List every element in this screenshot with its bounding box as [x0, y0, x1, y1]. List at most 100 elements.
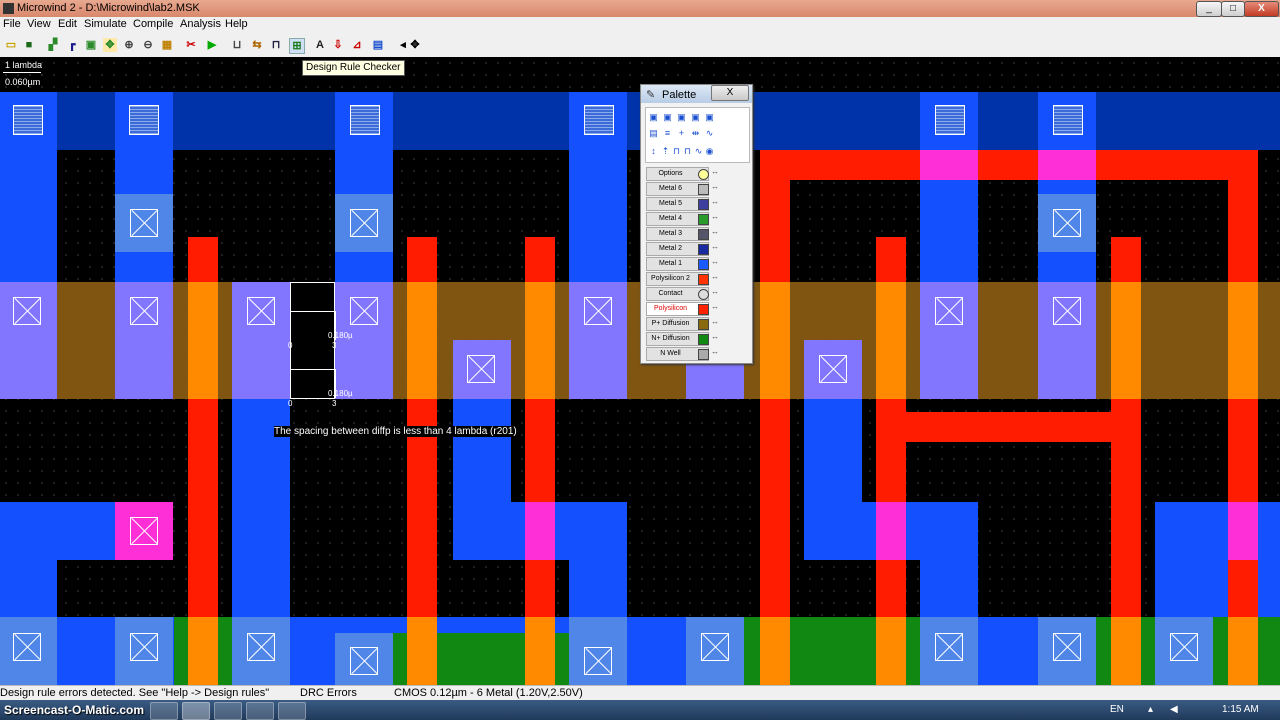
layer-arrow-icon[interactable]: ↔: [711, 197, 719, 206]
poly-contact-icon[interactable]: ≡: [663, 129, 672, 138]
menu-file[interactable]: File: [3, 18, 21, 30]
explorer-icon[interactable]: [278, 702, 306, 720]
layer-contact[interactable]: Contact: [646, 287, 709, 301]
layer-swatch: [698, 289, 709, 300]
layer-metal4[interactable]: Metal 4: [646, 212, 709, 226]
layer-arrow-icon[interactable]: ↔: [711, 227, 719, 236]
layer-label: N+ Diffusion: [651, 335, 690, 342]
layer-arrow-icon[interactable]: ↔: [711, 257, 719, 266]
poly-contact: [920, 150, 978, 180]
open-icon[interactable]: ▭: [4, 38, 18, 52]
menu-simulate[interactable]: Simulate: [84, 18, 127, 30]
bulk-icon[interactable]: ⊓: [269, 38, 283, 52]
square-wave-icon[interactable]: ⊓: [683, 147, 692, 156]
layer-arrow-icon[interactable]: ↔: [711, 302, 719, 311]
menu-bar: File View Edit Simulate Compile Analysis…: [0, 17, 1280, 34]
menu-edit[interactable]: Edit: [58, 18, 77, 30]
palette-tools: ▣ ▣ ▣ ▣ ▣ ▤ ≡ + ⇹ ∿ ↕ ⇡ ⊓ ⊓ ∿ ◉: [645, 107, 750, 163]
window-title: Microwind 2 - D:\Microwind\lab2.MSK: [17, 2, 200, 14]
diff-contact-icon[interactable]: ▤: [649, 129, 658, 138]
connect-icon[interactable]: ⇆: [250, 38, 264, 52]
close-button[interactable]: X: [1244, 1, 1279, 17]
simulate-icon[interactable]: ▶: [205, 38, 219, 52]
eye-icon[interactable]: ◉: [705, 147, 714, 156]
maximize-button[interactable]: □: [1221, 1, 1245, 17]
stretch-icon[interactable]: ⊔: [230, 38, 244, 52]
microwind-icon[interactable]: [182, 702, 210, 720]
contact-mark: [350, 209, 378, 237]
language-indicator[interactable]: EN: [1110, 704, 1124, 715]
layer-swatch: [698, 304, 709, 315]
word-icon[interactable]: [150, 702, 178, 720]
chrome-icon[interactable]: [214, 702, 242, 720]
layer-arrow-icon[interactable]: ↔: [711, 212, 719, 221]
fit-icon[interactable]: ▦: [160, 38, 174, 52]
draw-line-icon[interactable]: ┏: [65, 38, 79, 52]
pulse-icon[interactable]: ⊓: [672, 147, 681, 156]
layer-arrow-icon[interactable]: ↔: [711, 242, 719, 251]
layer-arrow-icon[interactable]: ↔: [711, 317, 719, 326]
zoom-out-icon[interactable]: ⊖: [141, 38, 155, 52]
save-icon[interactable]: ■: [22, 38, 36, 52]
layer-metal2[interactable]: Metal 2: [646, 242, 709, 256]
text-icon[interactable]: A: [313, 38, 327, 52]
layer-metal3[interactable]: Metal 3: [646, 227, 709, 241]
menu-help[interactable]: Help: [225, 18, 248, 30]
layer-pdiffusion[interactable]: P+ Diffusion: [646, 317, 709, 331]
vdd-icon[interactable]: ↕: [649, 147, 658, 156]
wave-icon[interactable]: ∿: [705, 129, 714, 138]
copy-icon[interactable]: ▣: [84, 38, 98, 52]
layer-metal1[interactable]: Metal 1: [646, 257, 709, 271]
navigate-icon[interactable]: ✥: [408, 38, 422, 52]
layer-arrow-icon[interactable]: ↔: [711, 167, 719, 176]
layout-icon[interactable]: ▤: [371, 38, 385, 52]
layer-nwell[interactable]: N Well: [646, 347, 709, 361]
via-tool-icon[interactable]: ▣: [691, 113, 700, 122]
taskbar: Screencast-O-Matic.com EN ▴ ◀ 1:15 AM: [0, 700, 1280, 720]
cross-icon[interactable]: +: [677, 129, 686, 138]
clock[interactable]: 1:15 AM: [1222, 704, 1259, 715]
menu-analysis[interactable]: Analysis: [180, 18, 221, 30]
toolbar: ▭ ■ ▞ ┏ ▣ ✥ ⊕ ⊖ ▦ ✂ ▶ ⊔ ⇆ ⊓ ⊞ A ⇩ ⊿ ▤ ◂ …: [0, 34, 1280, 58]
network-icon[interactable]: ▴: [1148, 704, 1153, 715]
layer-polysilicon2[interactable]: Polysilicon 2: [646, 272, 709, 286]
palette-header[interactable]: ✎ Palette X: [641, 85, 752, 103]
cross-section-icon[interactable]: ⇩: [331, 38, 345, 52]
cut-icon[interactable]: ✂: [184, 38, 198, 52]
layer-arrow-icon[interactable]: ↔: [711, 347, 719, 356]
layer-arrow-icon[interactable]: ↔: [711, 332, 719, 341]
layer-ndiffusion[interactable]: N+ Diffusion: [646, 332, 709, 346]
zoom-in-icon[interactable]: ⊕: [122, 38, 136, 52]
nmos-icon[interactable]: ▣: [649, 113, 658, 122]
layer-options[interactable]: Options: [646, 167, 709, 181]
layer-metal5[interactable]: Metal 5: [646, 197, 709, 211]
pmos-gate: [407, 282, 437, 399]
draw-box-icon[interactable]: ▞: [46, 38, 60, 52]
layer-arrow-icon[interactable]: ↔: [711, 182, 719, 191]
sine-icon[interactable]: ∿: [694, 147, 703, 156]
ruler-label: 0.180µ: [328, 331, 353, 340]
scale-bar: [3, 72, 41, 73]
menu-view[interactable]: View: [27, 18, 51, 30]
powerpoint-icon[interactable]: [246, 702, 274, 720]
clock-icon[interactable]: ⇡: [661, 147, 670, 156]
pmos-icon[interactable]: ▣: [663, 113, 672, 122]
volume-icon[interactable]: ◀: [1170, 704, 1178, 715]
palette-close-button[interactable]: X: [711, 85, 749, 101]
menu-compile[interactable]: Compile: [133, 18, 173, 30]
palette-window[interactable]: ✎ Palette X ▣ ▣ ▣ ▣ ▣ ▤ ≡ + ⇹ ∿ ↕ ⇡ ⊓ ⊓ …: [640, 84, 753, 364]
measure-icon[interactable]: ⊿: [350, 38, 364, 52]
minimize-button[interactable]: _: [1196, 1, 1222, 17]
layer-polysilicon[interactable]: Polysilicon: [646, 302, 709, 316]
move-icon[interactable]: ✥: [103, 38, 117, 52]
contact-tool-icon[interactable]: ▣: [677, 113, 686, 122]
layer-metal6[interactable]: Metal 6: [646, 182, 709, 196]
ruler-start: 0: [288, 341, 293, 350]
drc-icon[interactable]: ⊞: [289, 38, 305, 54]
pad-tool-icon[interactable]: ▣: [705, 113, 714, 122]
layer-arrow-icon[interactable]: ↔: [711, 272, 719, 281]
poly-contact: [876, 502, 906, 560]
bus-icon[interactable]: ⇹: [691, 129, 700, 138]
nmos-gate: [876, 617, 906, 685]
layer-arrow-icon[interactable]: ↔: [711, 287, 719, 296]
